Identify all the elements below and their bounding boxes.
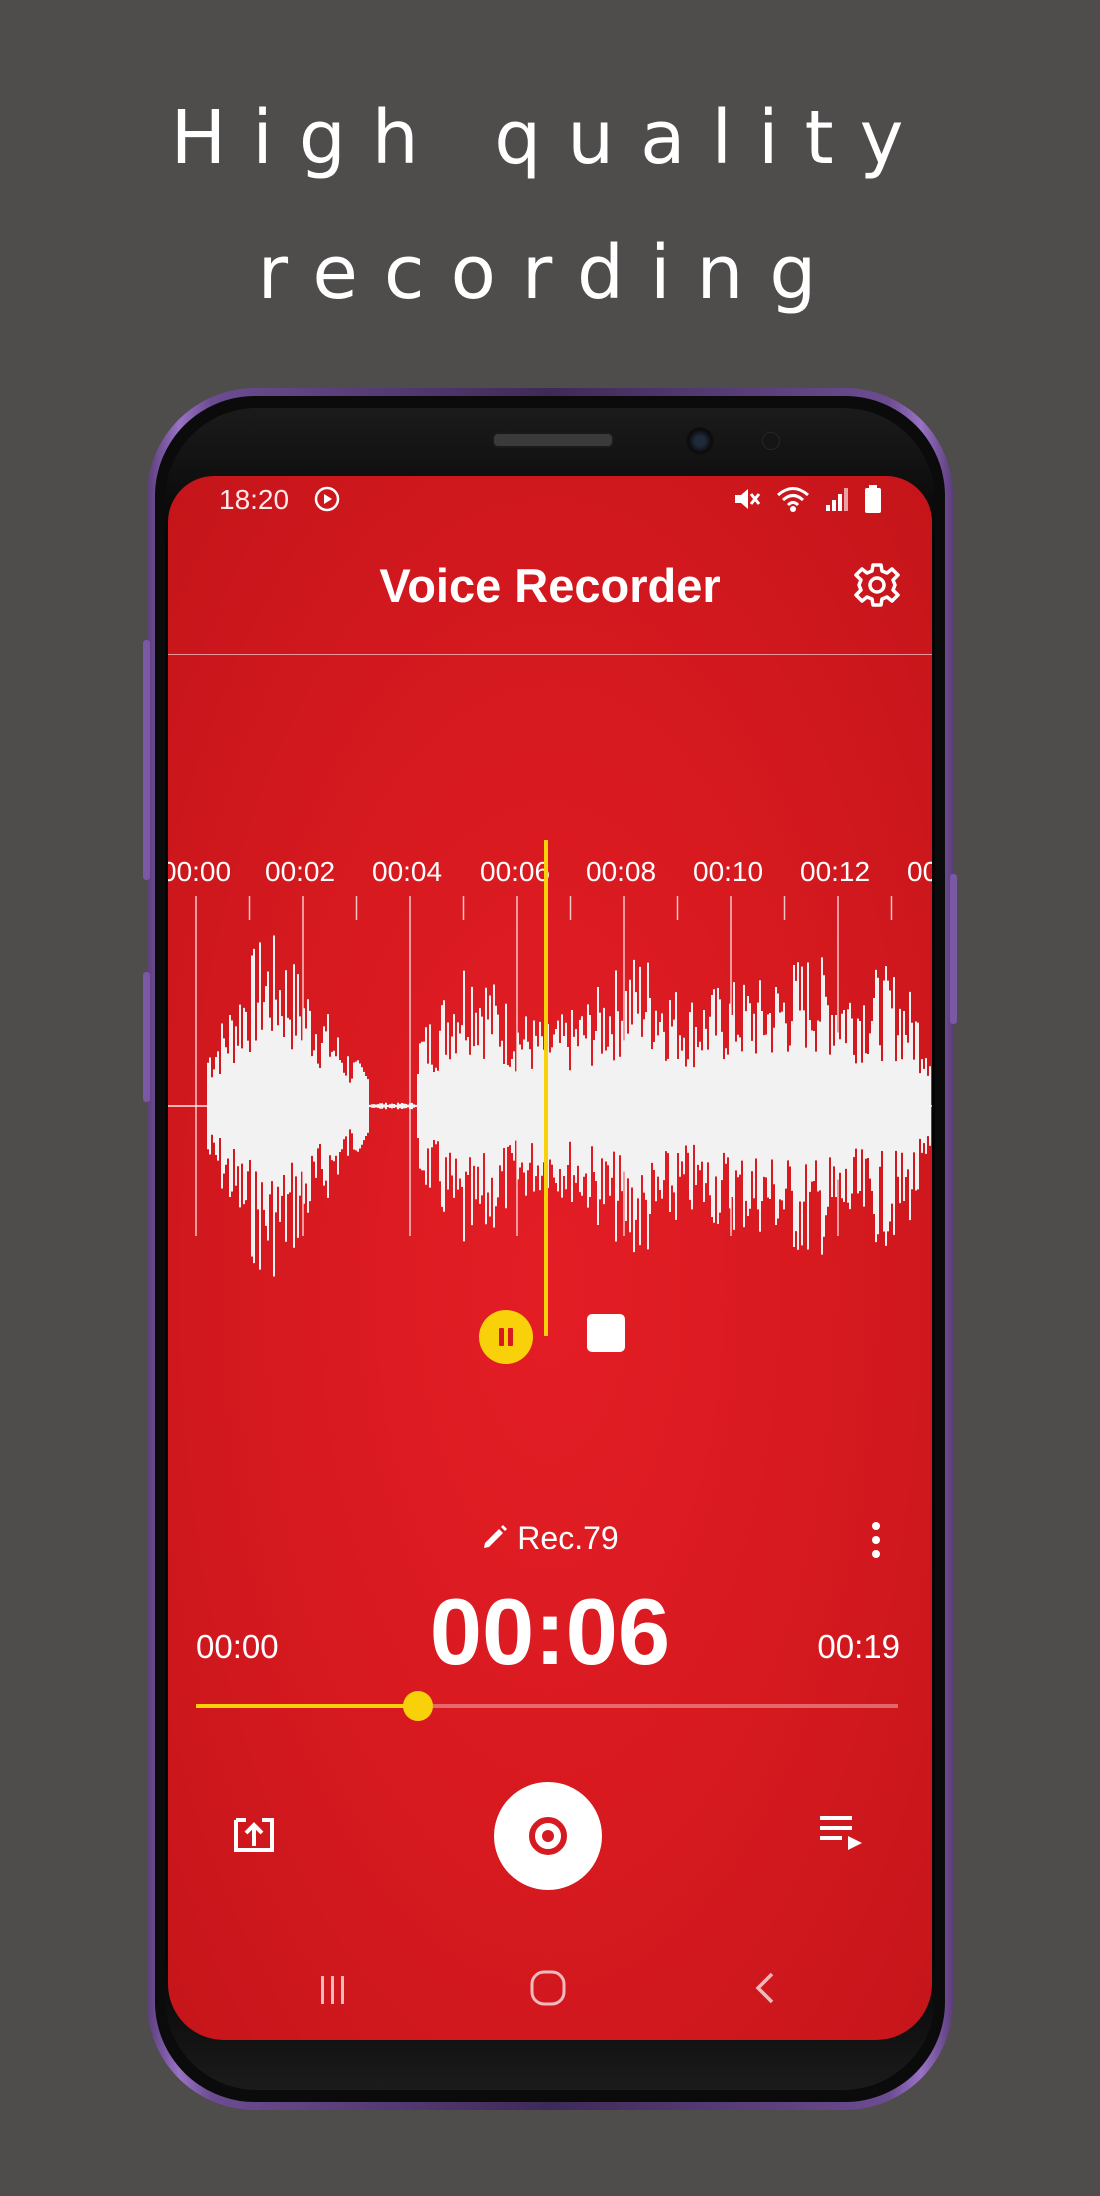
stop-button[interactable] (587, 1314, 625, 1352)
signal-icon (824, 485, 850, 518)
status-time: 18:20 (219, 484, 290, 515)
navigation-bar (168, 1958, 932, 2018)
settings-button[interactable] (852, 560, 902, 610)
timeline-tick: 00:10 (693, 856, 764, 887)
pencil-icon (481, 1522, 509, 1559)
playlist-icon (820, 1816, 862, 1850)
more-options-button[interactable] (868, 1518, 884, 1562)
app-bar: Voice Recorder (168, 528, 932, 655)
status-bar: 18:20 (168, 476, 932, 528)
battery-icon (864, 484, 882, 519)
home-icon[interactable] (528, 1968, 568, 2013)
more-vertical-icon (872, 1522, 880, 1558)
play-circle-icon (314, 486, 340, 517)
wifi-icon (776, 485, 810, 518)
share-button[interactable] (230, 1810, 278, 1858)
record-icon (529, 1817, 567, 1855)
app-title: Voice Recorder (379, 559, 721, 612)
timeline-tick: 00:12 (800, 856, 871, 887)
bixby-button (143, 640, 150, 880)
recent-apps-icon[interactable] (315, 1972, 351, 2013)
proximity-sensor (762, 432, 780, 450)
promo-headline-line2: recording (257, 230, 843, 316)
timeline-tick: 00:08 (586, 856, 657, 887)
back-icon[interactable] (750, 1970, 780, 2011)
gear-icon (854, 563, 900, 607)
waveform-bars (207, 935, 931, 1277)
record-button[interactable] (494, 1782, 602, 1890)
front-camera (686, 427, 714, 455)
share-icon (234, 1818, 274, 1852)
timeline-tick: 00:06 (480, 856, 551, 887)
mute-icon (732, 485, 762, 518)
progress-slider[interactable] (196, 1691, 898, 1721)
timeline-tick: 00:00 (168, 856, 232, 887)
volume-button (143, 972, 150, 1102)
pause-button[interactable] (479, 1310, 533, 1364)
recording-name[interactable]: Rec.79 (168, 1520, 932, 1559)
power-button (950, 874, 957, 1024)
waveform[interactable] (168, 840, 932, 1336)
timeline-tick: 00:04 (372, 856, 443, 887)
progress-thumb[interactable] (402, 1691, 433, 1721)
phone-screen: 18:20 Voice Recorder 00:00 00:02 00:04 0… (168, 476, 932, 2040)
timeline-tick: 00 (907, 856, 932, 887)
pause-icon (499, 1328, 513, 1346)
earpiece-speaker (492, 432, 614, 448)
recordings-list-button[interactable] (818, 1812, 866, 1856)
timeline-tick: 00:02 (265, 856, 336, 887)
end-time: 00:19 (817, 1628, 900, 1665)
timeline-ruler: 00:00 00:02 00:04 00:06 00:08 00:10 00:1… (168, 856, 932, 900)
recording-name-label: Rec.79 (517, 1520, 619, 1556)
progress-fill (196, 1704, 418, 1708)
start-time: 00:00 (196, 1628, 279, 1665)
promo-headline-line1: High quality (170, 95, 930, 181)
